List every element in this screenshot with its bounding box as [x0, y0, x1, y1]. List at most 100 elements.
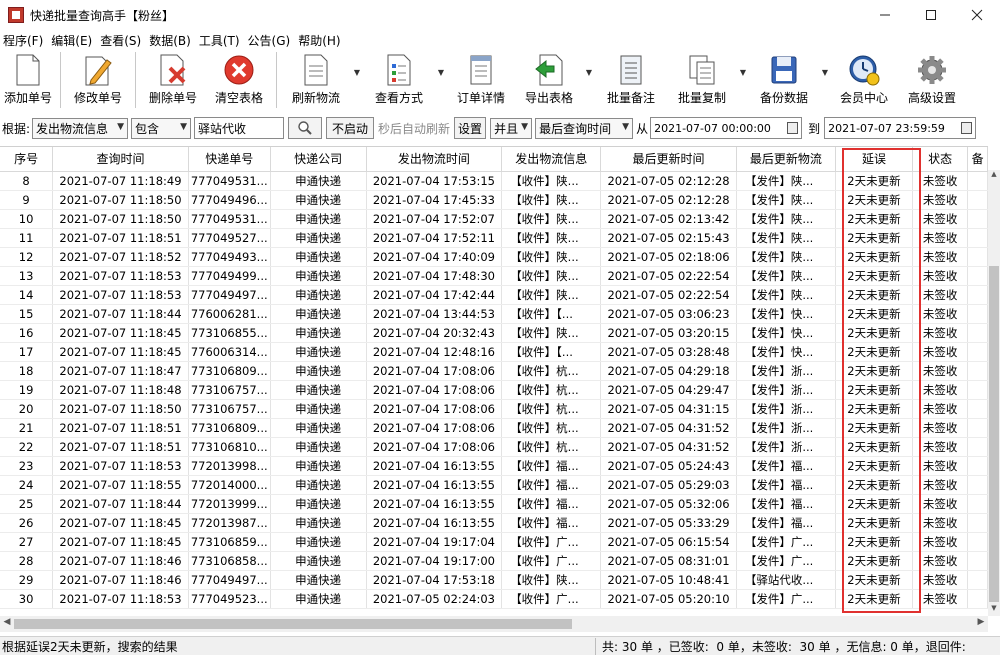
table-row[interactable]: 21 2021-07-07 11:18:51 773106809... 申通快递 202…: [0, 418, 988, 438]
table-row[interactable]: 28 2021-07-07 11:18:46 773106858... 申通快递 202…: [0, 551, 988, 571]
calendar-icon[interactable]: [961, 122, 973, 134]
pencil-document-icon: [82, 54, 114, 86]
keyword-input[interactable]: 驿站代收: [194, 117, 285, 139]
column-header[interactable]: 备: [967, 147, 988, 172]
refresh-dropdown-arrow[interactable]: ▼: [351, 42, 363, 102]
table-row[interactable]: 19 2021-07-07 11:18:48 773106757... 申通快递 202…: [0, 380, 988, 400]
column-header[interactable]: 最后更新时间: [600, 147, 737, 172]
advanced-settings-button[interactable]: 高级设置: [897, 50, 967, 110]
menu-view[interactable]: 查看(S): [100, 32, 141, 49]
scroll-down-icon[interactable]: ▼: [988, 604, 1000, 616]
table-row[interactable]: 29 2021-07-07 11:18:46 777049497... 申通快递 202…: [0, 570, 988, 590]
add-number-button[interactable]: 添加单号: [0, 50, 56, 110]
column-header[interactable]: 发出物流信息: [501, 147, 602, 172]
column-header[interactable]: 序号: [0, 147, 54, 172]
column-header[interactable]: 查询时间: [52, 147, 189, 172]
scroll-right-icon[interactable]: ▶: [975, 617, 987, 631]
member-center-button[interactable]: 会员中心: [831, 50, 897, 110]
table-row[interactable]: 14 2021-07-07 11:18:53 777049497... 申通快递 202…: [0, 285, 988, 305]
backup-data-button[interactable]: 备份数据: [749, 50, 819, 110]
table-row[interactable]: 12 2021-07-07 11:18:52 777049493... 申通快递 202…: [0, 247, 988, 267]
column-header[interactable]: 发出物流时间: [366, 147, 503, 172]
table-row[interactable]: 11 2021-07-07 11:18:51 777049527... 申通快递 202…: [0, 228, 988, 248]
table-row[interactable]: 24 2021-07-07 11:18:55 772014000... 申通快递 202…: [0, 475, 988, 495]
minimize-button[interactable]: [862, 0, 908, 30]
table-row[interactable]: 10 2021-07-07 11:18:50 777049531... 申通快递 202…: [0, 209, 988, 229]
logic-select[interactable]: 并且 ▼: [490, 117, 533, 139]
field-select[interactable]: 发出物流信息 ▼: [32, 117, 129, 139]
table-row[interactable]: 23 2021-07-07 11:18:53 772013998... 申通快递 202…: [0, 456, 988, 476]
table-row[interactable]: 25 2021-07-07 11:18:44 772013999... 申通快递 202…: [0, 494, 988, 514]
column-header[interactable]: 最后更新物流: [736, 147, 836, 172]
menu-tools[interactable]: 工具(T): [199, 32, 240, 49]
menu-notice[interactable]: 公告(G): [248, 32, 291, 49]
table-cell: 【发件】广...: [736, 532, 836, 552]
column-header[interactable]: 快递单号: [188, 147, 271, 172]
settings-button[interactable]: 设置: [454, 117, 487, 139]
table-cell: 【收件】杭...: [501, 399, 602, 419]
results-table[interactable]: 序号 查询时间 快递单号 快递公司 发出物流时间 发出物流信息 最后更新时间 最…: [0, 146, 988, 616]
table-row[interactable]: 8 2021-07-07 11:18:49 777049531... 申通快递 2021…: [0, 171, 988, 191]
view-mode-button[interactable]: 查看方式: [363, 50, 435, 110]
backup-dropdown-arrow[interactable]: ▼: [819, 42, 831, 102]
table-row[interactable]: 22 2021-07-07 11:18:51 773106810... 申通快递 202…: [0, 437, 988, 457]
table-row[interactable]: 13 2021-07-07 11:18:53 777049499... 申通快递 202…: [0, 266, 988, 286]
table-cell: 2021-07-04 17:52:11: [366, 228, 503, 248]
menu-data[interactable]: 数据(B): [149, 32, 191, 49]
table-cell: 2天未更新: [835, 589, 914, 609]
table-row[interactable]: 16 2021-07-07 11:18:45 773106855... 申通快递 202…: [0, 323, 988, 343]
table-cell: 未签收: [912, 513, 969, 533]
table-cell: 未签收: [912, 589, 969, 609]
export-dropdown-arrow[interactable]: ▼: [583, 42, 595, 102]
table-cell: [967, 418, 988, 438]
table-cell: 776006281...: [188, 304, 271, 324]
batch-copy-button[interactable]: 批量复制: [667, 50, 737, 110]
order-detail-button[interactable]: 订单详情: [447, 50, 515, 110]
refresh-logistics-button[interactable]: 刷新物流: [281, 50, 351, 110]
table-row[interactable]: 30 2021-07-07 11:18:53 777049523... 申通快递 202…: [0, 589, 988, 609]
table-cell: 【发件】浙...: [736, 418, 836, 438]
menu-program[interactable]: 程序(F): [3, 32, 43, 49]
column-header[interactable]: 延误: [835, 147, 914, 172]
table-cell: 未签收: [912, 437, 969, 457]
table-row[interactable]: 26 2021-07-07 11:18:45 772013987... 申通快递 202…: [0, 513, 988, 533]
table-cell: 2021-07-07 11:18:55: [52, 475, 189, 495]
table-row[interactable]: 17 2021-07-07 11:18:45 776006314... 申通快递 202…: [0, 342, 988, 362]
copy-dropdown-arrow[interactable]: ▼: [737, 42, 749, 102]
maximize-button[interactable]: [908, 0, 954, 30]
scroll-left-icon[interactable]: ◀: [1, 617, 13, 631]
close-button[interactable]: [954, 0, 1000, 30]
menu-help[interactable]: 帮助(H): [298, 32, 340, 49]
view-dropdown-arrow[interactable]: ▼: [435, 42, 447, 102]
from-date-input[interactable]: 2021-07-07 00:00:00: [650, 117, 803, 139]
table-cell: 【收件】陕...: [501, 570, 602, 590]
scroll-up-icon[interactable]: ▲: [988, 170, 1000, 182]
vertical-scroll-thumb[interactable]: [989, 266, 999, 602]
search-result-status: 根据延误2天未更新，搜索的结果: [0, 637, 596, 655]
maximize-icon: [926, 10, 936, 20]
table-cell: 申通快递: [270, 209, 367, 229]
clear-table-button[interactable]: 清空表格: [206, 50, 272, 110]
calendar-icon[interactable]: [787, 122, 799, 134]
vertical-scrollbar[interactable]: ▲ ▼: [988, 170, 1000, 616]
horizontal-scrollbar[interactable]: ◀ ▶: [0, 616, 988, 632]
column-header[interactable]: 状态: [912, 147, 969, 172]
delete-number-button[interactable]: 删除单号: [140, 50, 206, 110]
batch-note-button[interactable]: 批量备注: [595, 50, 667, 110]
table-cell: 25: [0, 494, 54, 514]
menu-edit[interactable]: 编辑(E): [51, 32, 92, 49]
edit-number-button[interactable]: 修改单号: [65, 50, 131, 110]
to-date-input[interactable]: 2021-07-07 23:59:59: [824, 117, 977, 139]
table-row[interactable]: 27 2021-07-07 11:18:45 773106859... 申通快递 202…: [0, 532, 988, 552]
table-row[interactable]: 20 2021-07-07 11:18:50 773106757... 申通快递 202…: [0, 399, 988, 419]
table-row[interactable]: 9 2021-07-07 11:18:50 777049496... 申通快递 2021…: [0, 190, 988, 210]
horizontal-scroll-thumb[interactable]: [14, 619, 572, 629]
column-header[interactable]: 快递公司: [270, 147, 367, 172]
table-row[interactable]: 15 2021-07-07 11:18:44 776006281... 申通快递 202…: [0, 304, 988, 324]
time-field-select[interactable]: 最后查询时间 ▼: [535, 117, 634, 139]
table-row[interactable]: 18 2021-07-07 11:18:47 773106809... 申通快递 202…: [0, 361, 988, 381]
export-table-button[interactable]: 导出表格: [515, 50, 583, 110]
auto-refresh-button[interactable]: 不启动: [326, 117, 375, 139]
search-button[interactable]: [288, 117, 323, 139]
match-select[interactable]: 包含 ▼: [131, 117, 192, 139]
